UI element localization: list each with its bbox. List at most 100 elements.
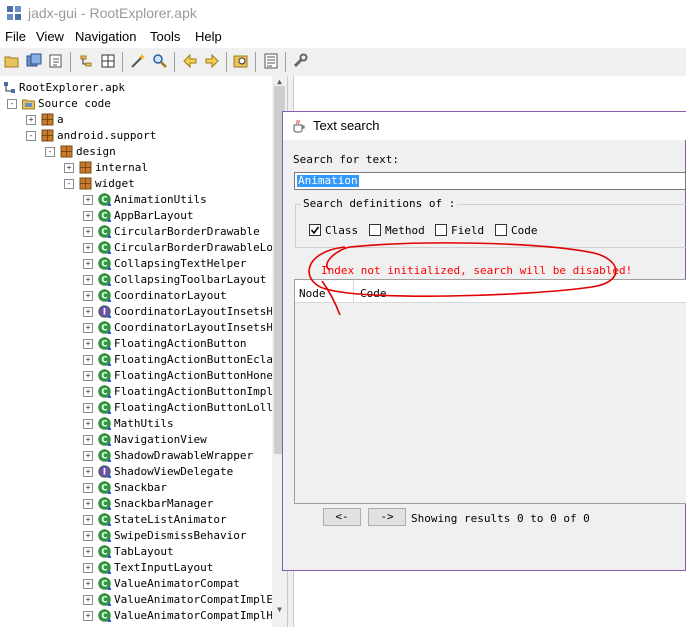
expand-toggle-icon[interactable]: + [83, 259, 93, 269]
column-divider [353, 280, 354, 302]
menu-help[interactable]: Help [195, 29, 222, 44]
menu-navigation[interactable]: Navigation [75, 29, 136, 44]
field-checkbox-label: Field [451, 224, 485, 237]
menu-view[interactable]: View [36, 29, 64, 44]
menu-bar: File View Navigation Tools Help [0, 26, 686, 48]
project-tree[interactable]: RootExplorer.apk - Source code + a - android.s… [0, 76, 288, 627]
toolbar [0, 48, 686, 76]
tree-node-label: MathUtils [114, 417, 174, 430]
expand-toggle-icon[interactable]: + [83, 307, 93, 317]
flatten-packages-icon[interactable] [100, 53, 116, 69]
open-file-icon[interactable] [4, 53, 20, 69]
sync-tree-icon[interactable] [78, 53, 94, 69]
tree-node-label: NavigationView [114, 433, 207, 446]
package-icon [41, 129, 54, 142]
expand-toggle-icon[interactable]: + [83, 339, 93, 349]
svg-text:I: I [103, 308, 106, 318]
expand-toggle-icon[interactable]: + [83, 563, 93, 573]
search-icon[interactable] [152, 53, 168, 69]
index-warning-text: Index not initialized, search will be di… [321, 264, 633, 277]
export-icon[interactable] [48, 53, 64, 69]
column-header-code[interactable]: Code [360, 287, 387, 300]
expand-toggle-icon[interactable]: + [83, 435, 93, 445]
expand-toggle-icon[interactable]: + [83, 611, 93, 621]
menu-file[interactable]: File [5, 29, 26, 44]
expand-toggle-icon[interactable]: + [83, 483, 93, 493]
tree-node-label: internal [95, 161, 148, 174]
toolbar-separator [174, 52, 175, 72]
tree-node-label: widget [95, 177, 135, 190]
expand-toggle-icon[interactable]: + [83, 195, 93, 205]
expand-toggle-icon[interactable]: + [83, 579, 93, 589]
svg-text:C: C [101, 292, 107, 302]
code-checkbox[interactable] [495, 224, 507, 236]
forward-icon[interactable] [204, 53, 220, 69]
expand-toggle-icon[interactable]: + [64, 163, 74, 173]
class-icon: C [98, 289, 111, 302]
tree-node-label: design [76, 145, 116, 158]
class-icon: C [98, 481, 111, 494]
expand-toggle-icon[interactable]: + [83, 547, 93, 557]
svg-text:C: C [101, 564, 107, 574]
expand-toggle-icon[interactable]: + [83, 419, 93, 429]
svg-text:C: C [101, 404, 107, 414]
expand-toggle-icon[interactable]: + [83, 451, 93, 461]
expand-toggle-icon[interactable]: + [83, 323, 93, 333]
tree-node-label: StateListAnimator [114, 513, 227, 526]
method-checkbox[interactable] [369, 224, 381, 236]
expand-toggle-icon[interactable]: + [83, 355, 93, 365]
svg-text:C: C [101, 340, 107, 350]
menu-tools[interactable]: Tools [150, 29, 180, 44]
previous-page-button[interactable]: <- [323, 508, 361, 526]
scroll-up-icon[interactable]: ▲ [275, 78, 284, 86]
scroll-down-icon[interactable]: ▼ [275, 606, 284, 614]
window-titlebar: jadx-gui - RootExplorer.apk [0, 0, 686, 26]
expand-toggle-icon[interactable]: + [83, 243, 93, 253]
tree-node-label: FloatingActionButtonLollip [114, 401, 287, 414]
java-cup-icon [293, 119, 305, 133]
tree-node-label: ShadowViewDelegate [114, 465, 234, 478]
expand-toggle-icon[interactable]: + [83, 403, 93, 413]
expand-toggle-icon[interactable]: + [83, 531, 93, 541]
search-definitions-label: Search definitions of : [301, 197, 458, 210]
dialog-title: Text search [313, 118, 380, 133]
class-checkbox[interactable] [309, 224, 321, 236]
expand-toggle-icon[interactable]: + [83, 371, 93, 381]
decompile-wand-icon[interactable] [130, 53, 146, 69]
back-icon[interactable] [182, 53, 198, 69]
results-table[interactable]: Node Code [294, 279, 686, 504]
expand-toggle-icon[interactable]: + [83, 275, 93, 285]
expand-toggle-icon[interactable]: + [83, 227, 93, 237]
search-for-text-label: Search for text: [293, 153, 399, 166]
collapse-toggle-icon[interactable]: - [26, 131, 36, 141]
expand-toggle-icon[interactable]: + [83, 291, 93, 301]
expand-toggle-icon[interactable]: + [83, 515, 93, 525]
apk-icon [4, 82, 15, 93]
expand-toggle-icon[interactable]: + [83, 211, 93, 221]
tree-node-label: ShadowDrawableWrapper [114, 449, 254, 462]
tree-node-label: ValueAnimatorCompatImplEcl [114, 593, 287, 606]
collapse-toggle-icon[interactable]: - [64, 179, 74, 189]
column-header-node[interactable]: Node [299, 287, 326, 300]
preferences-icon[interactable] [292, 53, 308, 69]
collapse-toggle-icon[interactable]: - [45, 147, 55, 157]
next-page-button[interactable]: -> [368, 508, 406, 526]
expand-toggle-icon[interactable]: + [83, 467, 93, 477]
tree-node-label: RootExplorer.apk [19, 81, 125, 94]
tree-node-label: a [57, 113, 64, 126]
save-all-icon[interactable] [26, 53, 42, 69]
class-icon: C [98, 529, 111, 542]
expand-toggle-icon[interactable]: + [26, 115, 36, 125]
tree-node-label: Snackbar [114, 481, 167, 494]
find-class-icon[interactable] [233, 53, 249, 69]
expand-toggle-icon[interactable]: + [83, 595, 93, 605]
package-icon [79, 177, 92, 190]
log-viewer-icon[interactable] [263, 53, 279, 69]
tree-node-label: FloatingActionButtonHoneyc [114, 369, 287, 382]
tree-node-label: CoordinatorLayoutInsetsHel [114, 321, 287, 334]
field-checkbox[interactable] [435, 224, 447, 236]
collapse-toggle-icon[interactable]: - [7, 99, 17, 109]
expand-toggle-icon[interactable]: + [83, 499, 93, 509]
search-input[interactable]: Animation [294, 172, 686, 190]
expand-toggle-icon[interactable]: + [83, 387, 93, 397]
